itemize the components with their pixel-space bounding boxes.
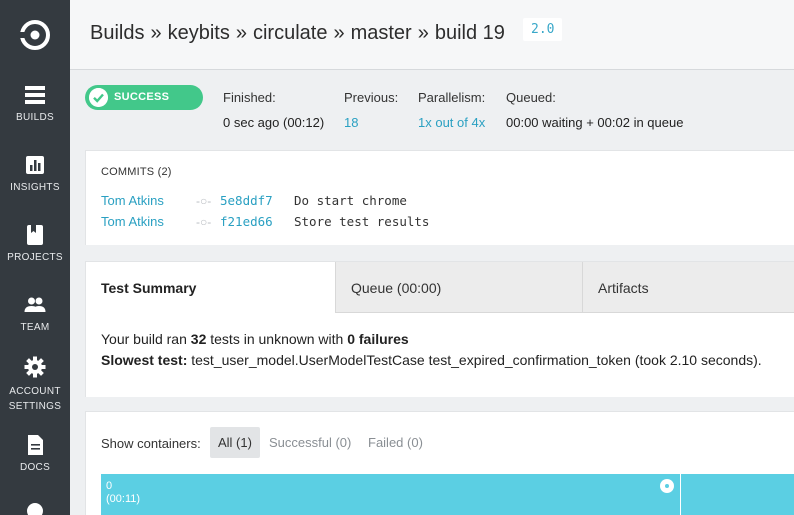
container-divider: [680, 474, 681, 515]
failures-count: 0 failures: [347, 331, 409, 347]
sidebar-item-insights[interactable]: INSIGHTS: [0, 154, 70, 195]
build-tabs-panel: Test Summary Queue (00:00) Artifacts You…: [85, 261, 794, 397]
breadcrumb-org[interactable]: keybits: [168, 22, 230, 44]
commit-sha[interactable]: 5e8ddf7: [220, 193, 294, 208]
tab-artifacts[interactable]: Artifacts: [582, 262, 794, 313]
commit-author[interactable]: Tom Atkins: [101, 214, 196, 229]
commit-message: Store test results: [294, 214, 430, 229]
finished-value: 0 sec ago (00:12): [223, 115, 325, 130]
team-icon: [24, 297, 46, 312]
breadcrumb-build: build 19: [434, 22, 505, 44]
commits-panel: COMMITS (2) Tom Atkins -○- 5e8ddf7 Do start…: [85, 150, 794, 245]
sidebar-item-label: PROJECTS: [7, 252, 63, 263]
breadcrumb-separator: »: [417, 22, 429, 44]
previous-build-link[interactable]: 18: [344, 115, 398, 130]
commit-sha[interactable]: f21ed66: [220, 214, 294, 229]
sidebar-item-account-settings[interactable]: ACCOUNT SETTINGS: [0, 356, 70, 414]
docs-icon: [28, 435, 43, 455]
builds-icon: [25, 86, 45, 104]
containers-panel: Show containers: All (1) Successful (0) …: [85, 411, 794, 515]
container-index: 0: [106, 480, 113, 492]
container-bar[interactable]: 0 (00:11): [101, 474, 794, 515]
status-badge: SUCCESS: [85, 85, 203, 110]
summary-middle: tests in unknown with: [210, 331, 344, 347]
sidebar-item-label: DOCS: [19, 462, 51, 473]
check-icon: [89, 88, 108, 107]
breadcrumb-separator: »: [235, 22, 247, 44]
sidebar-item-projects[interactable]: PROJECTS: [0, 224, 70, 265]
breadcrumb: Builds» keybits» circulate» master» build 19: [90, 22, 505, 45]
filter-all-button[interactable]: All (1): [210, 427, 260, 458]
commit-author[interactable]: Tom Atkins: [101, 193, 196, 208]
previous-label: Previous:: [344, 90, 399, 105]
gear-icon: [24, 356, 46, 378]
projects-icon: [27, 225, 43, 245]
breadcrumb-separator: »: [333, 22, 345, 44]
sidebar-item-label: SETTINGS: [8, 401, 62, 412]
tests-count: 32: [190, 331, 207, 347]
slowest-value: test_user_model.UserModelTestCase test_e…: [191, 352, 762, 368]
version-badge: 2.0: [523, 18, 563, 41]
breadcrumb-separator: »: [150, 22, 162, 44]
breadcrumb-branch[interactable]: master: [351, 22, 412, 44]
sidebar: BUILDS INSIGHTS PROJECTS TEAM ACCOUNT SE…: [0, 0, 70, 515]
parallelism-label: Parallelism:: [418, 90, 486, 105]
page-header: Builds» keybits» circulate» master» build 19…: [70, 0, 794, 70]
finished-info: Finished: 0 sec ago (00:12): [223, 90, 324, 130]
breadcrumb-project[interactable]: circulate: [253, 22, 327, 44]
sidebar-item-team[interactable]: TEAM: [0, 294, 70, 335]
status-text: SUCCESS: [114, 91, 170, 103]
queued-info: Queued: 00:00 waiting + 00:02 in queue: [506, 90, 683, 130]
breadcrumb-builds[interactable]: Builds: [90, 22, 144, 44]
commit-row: Tom Atkins -○- f21ed66 Store test results: [101, 214, 429, 229]
slowest-test-line: Slowest test: test_user_model.UserModelT…: [101, 352, 762, 368]
gear-icon: [27, 503, 43, 515]
sidebar-item-label: ACCOUNT: [9, 386, 61, 397]
parallelism-info: Parallelism: 1x out of 4x: [418, 90, 485, 130]
tab-test-summary[interactable]: Test Summary: [86, 262, 335, 313]
queued-value: 00:00 waiting + 00:02 in queue: [506, 115, 684, 130]
commit-icon: -○-: [196, 215, 212, 229]
container-duration: (00:11): [106, 493, 141, 505]
commit-row: Tom Atkins -○- 5e8ddf7 Do start chrome: [101, 193, 407, 208]
filter-successful-button[interactable]: Successful (0): [261, 427, 359, 458]
sidebar-item-more[interactable]: [0, 500, 70, 515]
sidebar-item-docs[interactable]: DOCS: [0, 434, 70, 475]
tab-queue[interactable]: Queue (00:00): [335, 262, 582, 313]
parallelism-link[interactable]: 1x out of 4x: [418, 115, 485, 130]
sidebar-item-builds[interactable]: BUILDS: [0, 84, 70, 125]
filter-failed-button[interactable]: Failed (0): [360, 427, 431, 458]
summary-prefix: Your build ran: [101, 331, 187, 347]
finished-label: Finished:: [223, 90, 276, 105]
show-containers-label: Show containers:: [101, 436, 201, 451]
container-marker-icon[interactable]: [660, 479, 674, 493]
sidebar-item-label: BUILDS: [16, 112, 54, 123]
insights-icon: [26, 156, 44, 174]
queued-label: Queued:: [506, 90, 556, 105]
test-summary-line: Your build ran 32 tests in unknown with …: [101, 331, 409, 347]
previous-info: Previous: 18: [344, 90, 398, 130]
slowest-label: Slowest test:: [101, 352, 188, 368]
sidebar-item-label: INSIGHTS: [10, 182, 60, 193]
commit-message: Do start chrome: [294, 193, 407, 208]
commits-title: COMMITS (2): [101, 166, 172, 178]
sidebar-item-label: TEAM: [20, 322, 50, 333]
commit-icon: -○-: [196, 194, 212, 208]
circleci-logo-icon[interactable]: [20, 20, 50, 50]
